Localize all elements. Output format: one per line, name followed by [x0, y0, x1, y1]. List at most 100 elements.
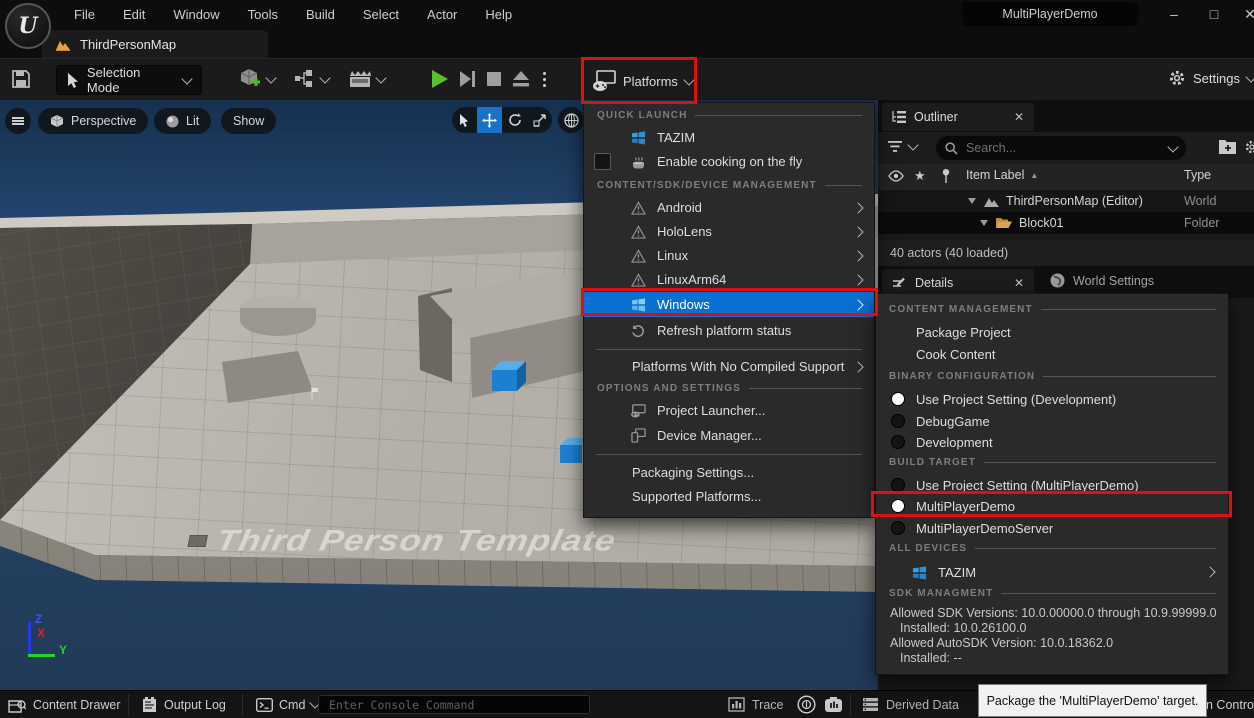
insights-snapshot-button[interactable] — [824, 691, 843, 718]
menu-item-tazim[interactable]: TAZIM — [584, 126, 874, 149]
radio-icon[interactable] — [891, 435, 905, 449]
search-input[interactable] — [964, 140, 1163, 156]
minimize-button[interactable]: – — [1156, 0, 1192, 28]
menu-item-device-manager[interactable]: Device Manager... — [584, 424, 874, 447]
menu-item-development[interactable]: Development — [876, 431, 1228, 453]
selection-mode-dropdown[interactable]: Selection Mode — [56, 65, 202, 95]
menu-item-cook-content[interactable]: Cook Content — [876, 343, 1228, 365]
maximize-button[interactable]: □ — [1196, 0, 1232, 28]
outliner-row-folder[interactable]: Block01 Folder — [878, 212, 1254, 234]
skip-button[interactable] — [458, 70, 476, 88]
menu-item-debuggame[interactable]: DebugGame — [876, 410, 1228, 432]
column-type[interactable]: Type — [1184, 168, 1211, 182]
menu-edit[interactable]: Edit — [109, 7, 159, 22]
menu-file[interactable]: File — [60, 7, 109, 22]
menu-item-hololens[interactable]: HoloLens — [584, 220, 874, 243]
eject-icon — [512, 70, 530, 88]
radio-icon[interactable] — [891, 414, 905, 428]
viewport-options-button[interactable] — [5, 108, 31, 134]
section-content-management: CONTENT MANAGEMENT — [889, 302, 1216, 317]
column-item-label[interactable]: Item Label ▲ — [966, 168, 1038, 182]
console-command-bar[interactable] — [318, 695, 590, 714]
favorite-column-icon[interactable]: ★ — [914, 168, 926, 184]
outliner-search[interactable] — [936, 136, 1186, 160]
trace-button[interactable]: Trace — [728, 691, 784, 718]
menu-item-packaging-settings[interactable]: Packaging Settings... — [584, 461, 874, 484]
chevron-right-icon — [1204, 566, 1215, 577]
tab-thirdpersonmap[interactable]: ThirdPersonMap — [42, 30, 268, 58]
add-actor-dropdown[interactable] — [238, 67, 275, 91]
world-coordinate-button[interactable] — [558, 107, 584, 133]
menu-tools[interactable]: Tools — [234, 7, 292, 22]
cinematics-dropdown[interactable] — [348, 69, 385, 89]
move-icon — [482, 113, 497, 128]
move-tool-button[interactable] — [477, 107, 502, 133]
section-quick-launch: QUICK LAUNCH — [597, 108, 862, 123]
expand-arrow-icon[interactable] — [980, 220, 988, 226]
radio-selected-icon[interactable] — [891, 392, 905, 406]
play-options-button[interactable] — [543, 72, 546, 87]
close-button[interactable]: ✕ — [1232, 0, 1254, 28]
save-button[interactable] — [10, 68, 32, 90]
menu-item-use-project-setting-development[interactable]: Use Project Setting (Development) — [876, 388, 1228, 410]
content-drawer-button[interactable]: Content Drawer — [8, 691, 121, 718]
highlight-box-multiplayerdemo — [871, 491, 1232, 517]
expand-arrow-icon[interactable] — [968, 198, 976, 204]
menu-build[interactable]: Build — [292, 7, 349, 22]
select-tool-button[interactable] — [452, 107, 477, 133]
outliner-row-world[interactable]: ThirdPersonMap (Editor) World — [878, 190, 1254, 212]
menu-help[interactable]: Help — [471, 7, 526, 22]
lit-dropdown[interactable]: Lit — [154, 108, 211, 134]
search-icon — [945, 142, 958, 155]
statusbar-separator — [128, 694, 129, 715]
cmd-dropdown[interactable]: Cmd — [256, 691, 319, 718]
menu-item-no-compiled-support[interactable]: Platforms With No Compiled Support — [584, 355, 874, 378]
outliner-filter-button[interactable] — [888, 140, 917, 153]
statusbar-separator — [242, 694, 243, 715]
create-folder-button[interactable] — [1218, 138, 1237, 155]
console-input[interactable] — [327, 697, 581, 713]
scale-tool-button[interactable] — [527, 107, 552, 133]
menu-item-android[interactable]: Android — [584, 196, 874, 219]
stop-button[interactable] — [487, 72, 501, 86]
radio-icon[interactable] — [891, 478, 905, 492]
menu-separator — [596, 454, 862, 455]
radio-icon[interactable] — [891, 521, 905, 535]
menu-item-package-project[interactable]: Package Project — [876, 321, 1228, 343]
warning-triangle-icon — [628, 225, 648, 239]
menu-item-enable-cooking[interactable]: Enable cooking on the fly — [584, 150, 874, 173]
settings-dropdown[interactable]: Settings — [1168, 69, 1254, 87]
derived-data-button[interactable]: Derived Data — [862, 691, 959, 718]
play-button[interactable] — [428, 68, 450, 90]
pin-column-icon[interactable] — [940, 168, 952, 184]
tab-outliner[interactable]: Outliner ✕ — [882, 103, 1034, 131]
output-log-button[interactable]: Output Log — [142, 691, 226, 718]
show-dropdown[interactable]: Show — [221, 108, 276, 134]
insights-session-button[interactable] — [797, 691, 816, 718]
blueprints-dropdown[interactable] — [294, 69, 329, 89]
output-log-icon — [142, 697, 157, 713]
menu-item-linux[interactable]: Linux — [584, 244, 874, 267]
menu-item-multiplayerdemoserver[interactable]: MultiPlayerDemoServer — [876, 517, 1228, 539]
menu-select[interactable]: Select — [349, 7, 413, 22]
menubar: File Edit Window Tools Build Select Acto… — [0, 0, 1254, 28]
actor-count: 40 actors (40 loaded) — [890, 246, 1008, 260]
menu-window[interactable]: Window — [159, 7, 233, 22]
menu-actor[interactable]: Actor — [413, 7, 471, 22]
outliner-settings-button[interactable] — [1244, 139, 1254, 155]
visibility-column-icon[interactable] — [888, 170, 904, 182]
cooking-checkbox[interactable] — [594, 153, 611, 170]
unreal-engine-logo-icon[interactable]: U — [5, 3, 51, 49]
revision-control-fragment[interactable]: n Contro — [1206, 691, 1254, 718]
menu-item-supported-platforms[interactable]: Supported Platforms... — [584, 485, 874, 508]
rotate-tool-button[interactable] — [502, 107, 527, 133]
tab-world-settings[interactable]: World Settings — [1050, 273, 1154, 288]
perspective-dropdown[interactable]: Perspective — [38, 108, 148, 134]
eject-button[interactable] — [512, 70, 530, 88]
sdk-allowed-autosdk: Allowed AutoSDK Version: 10.0.18362.0 — [890, 636, 1220, 650]
menu-item-project-launcher[interactable]: Project Launcher... — [584, 399, 874, 422]
close-tab-icon[interactable]: ✕ — [1014, 276, 1024, 290]
menu-item-refresh-platform-status[interactable]: Refresh platform status — [584, 319, 874, 342]
menu-item-device-tazim[interactable]: TAZIM — [876, 560, 1228, 584]
close-tab-icon[interactable]: ✕ — [1014, 110, 1024, 124]
